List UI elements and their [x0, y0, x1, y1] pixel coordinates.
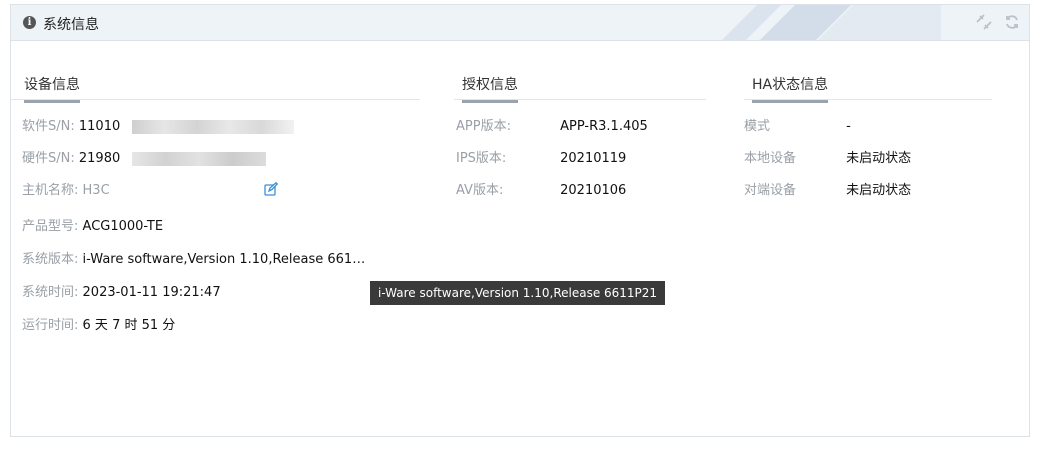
app-version-label: APP版本:	[456, 119, 511, 134]
ips-version-row: IPS版本: 20210119	[456, 149, 626, 169]
info-icon: i	[23, 16, 36, 29]
redaction-mask	[132, 152, 266, 166]
section-title-ha: HA状态信息	[752, 74, 829, 103]
uptime-row: 运行时间: 6 天 7 时 51 分	[22, 316, 175, 336]
software-sn-value: 11010	[78, 119, 121, 134]
sys-version-row[interactable]: 系统版本: i-Ware software,Version 1.10,Relea…	[22, 250, 365, 270]
license-info-section: 授权信息	[454, 70, 706, 103]
app-version-row: APP版本: APP-R3.1.405	[456, 117, 648, 137]
panel-title: 系统信息	[43, 17, 99, 33]
uptime-label: 运行时间:	[22, 318, 79, 333]
ha-mode-row: 模式 -	[744, 117, 851, 137]
unlink-icon[interactable]	[975, 13, 993, 31]
ips-version-label: IPS版本:	[456, 151, 507, 166]
uptime-value: 6 天 7 时 51 分	[82, 318, 176, 333]
av-version-value: 20210106	[560, 183, 627, 198]
ha-mode-value: -	[846, 119, 851, 134]
hardware-sn-label: 硬件S/N:	[22, 151, 75, 166]
software-sn-label: 软件S/N:	[22, 119, 75, 134]
refresh-icon[interactable]	[1003, 13, 1021, 31]
model-value: ACG1000-TE	[82, 219, 164, 234]
model-label: 产品型号:	[22, 219, 79, 234]
hardware-sn-row: 硬件S/N: 21980	[22, 149, 120, 169]
sys-time-row: 系统时间: 2023-01-11 19:21:47	[22, 283, 221, 303]
app-version-value: APP-R3.1.405	[560, 119, 648, 134]
ha-peer-row: 对端设备 未启动状态	[744, 181, 911, 201]
ha-peer-value: 未启动状态	[846, 183, 912, 198]
section-title-license: 授权信息	[462, 74, 518, 103]
sys-time-label: 系统时间:	[22, 285, 79, 300]
sys-version-value[interactable]: i-Ware software,Version 1.10,Release 661…	[83, 252, 366, 267]
ha-local-value: 未启动状态	[846, 151, 912, 166]
av-version-row: AV版本: 20210106	[456, 181, 626, 201]
section-title-device: 设备信息	[24, 74, 80, 103]
header-decoration	[722, 5, 941, 40]
ha-local-row: 本地设备 未启动状态	[744, 149, 911, 169]
ips-version-value: 20210119	[560, 151, 627, 166]
redaction-mask	[132, 120, 294, 134]
version-tooltip: i-Ware software,Version 1.10,Release 661…	[370, 281, 666, 305]
ha-peer-label: 对端设备	[744, 183, 797, 198]
panel-header: i 系统信息	[11, 5, 1029, 41]
av-version-label: AV版本:	[456, 183, 504, 198]
sys-version-label: 系统版本:	[22, 252, 79, 267]
ha-local-label: 本地设备	[744, 151, 797, 166]
ha-info-section: HA状态信息	[744, 70, 992, 103]
header-tools	[975, 13, 1021, 31]
edit-icon[interactable]	[264, 182, 278, 196]
device-info-section: 设备信息	[10, 70, 420, 103]
hostname-value: H3C	[82, 183, 110, 198]
hostname-row: 主机名称: H3C	[22, 181, 110, 201]
software-sn-row: 软件S/N: 11010	[22, 117, 120, 137]
sys-time-value: 2023-01-11 19:21:47	[82, 285, 221, 300]
hostname-label: 主机名称:	[22, 183, 79, 198]
ha-mode-label: 模式	[744, 119, 771, 134]
model-row: 产品型号: ACG1000-TE	[22, 217, 163, 237]
hardware-sn-value: 21980	[78, 151, 121, 166]
